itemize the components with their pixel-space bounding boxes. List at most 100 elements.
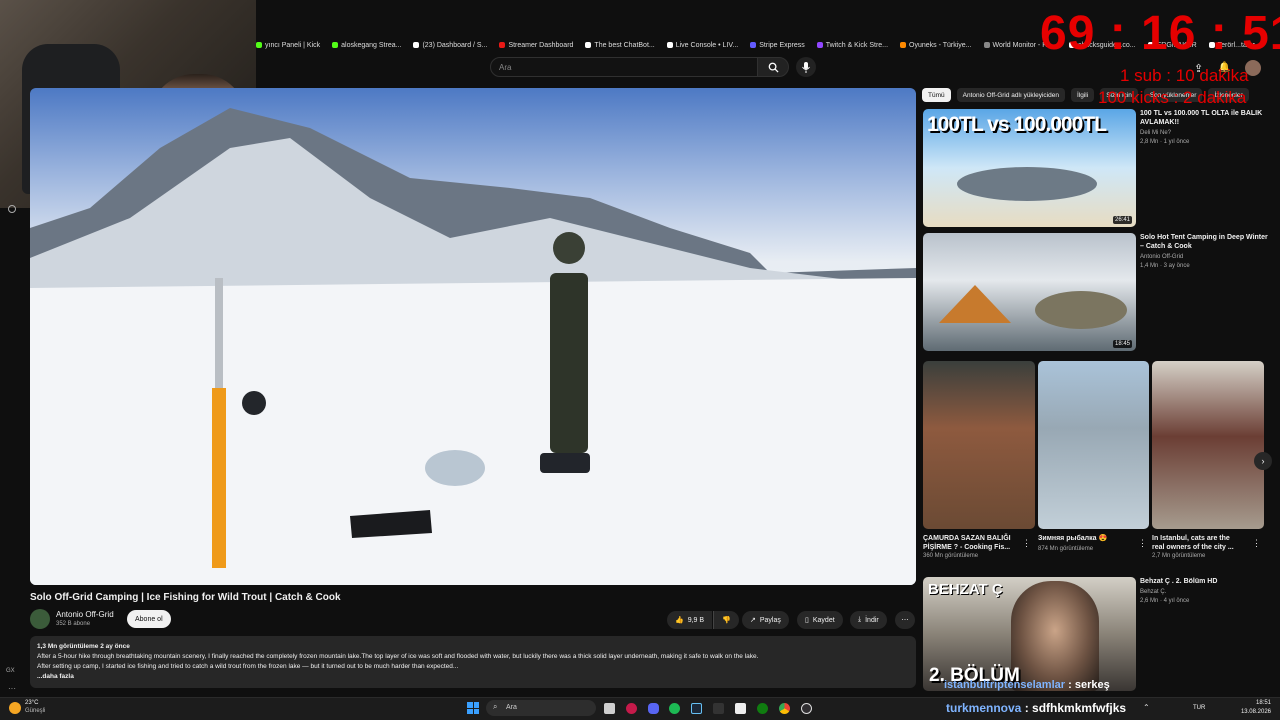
thumbnail-text: BEHZAT Ç <box>928 581 1003 598</box>
filter-chip[interactable]: Antonio Off-Grid adlı yükleyiciden <box>956 88 1065 102</box>
download-button[interactable]: ⤓ İndir <box>850 611 887 629</box>
bookmark-icon <box>816 42 823 48</box>
more-icon[interactable]: ··· <box>8 684 16 693</box>
bookmark-icon <box>499 42 506 48</box>
bookmark-item[interactable]: Oyuneks - Türkiye... <box>900 42 972 49</box>
weather-temp[interactable]: 23°C <box>25 700 38 706</box>
bookmark-item[interactable]: (23) Dashboard / S... <box>413 42 487 49</box>
short-thumbnail[interactable] <box>1152 361 1264 529</box>
clock-date: 13.08.2026 <box>1240 709 1271 715</box>
bookmark-label: (23) Dashboard / S... <box>422 41 488 49</box>
bookmark-item[interactable]: The best ChatBot... <box>585 42 655 49</box>
recommended-info[interactable]: Solo Hot Tent Camping in Deep Winter – C… <box>1140 233 1270 271</box>
video-player[interactable] <box>30 88 916 585</box>
share-button[interactable]: ↗ Paylaş <box>742 611 789 629</box>
search-input[interactable]: Ara <box>490 57 758 77</box>
opera-gx-icon[interactable] <box>626 703 637 714</box>
next-shorts-button[interactable]: › <box>1254 452 1272 470</box>
gx-icon[interactable]: GX <box>6 668 15 674</box>
short-thumbnail[interactable] <box>1038 361 1149 529</box>
language-indicator[interactable]: TUR <box>1193 705 1205 711</box>
chevron-right-icon: › <box>1261 456 1265 466</box>
bookmark-label: yıncı Paneli | Kick <box>265 41 321 49</box>
chrome-icon[interactable] <box>779 703 790 714</box>
description-text: After setting up camp, I started ice fis… <box>37 663 459 670</box>
recommended-meta: 2,8 Mn · 1 yıl önce <box>1140 139 1190 145</box>
description-text: After a 5-hour hike through breathtaking… <box>37 653 759 660</box>
subathon-timer: 69 : 16 : 51 <box>1040 7 1280 60</box>
more-actions-button[interactable]: ⋯ <box>895 611 915 629</box>
recommended-thumbnail[interactable]: 18:45 <box>923 233 1136 351</box>
recommended-meta: 1,4 Mn · 3 ay önce <box>1140 263 1190 269</box>
tent-image <box>939 285 1011 323</box>
views-date: 1,3 Mn görüntüleme 2 ay önce <box>37 643 130 650</box>
recommended-thumbnail[interactable]: BEHZAT Ç 2. BÖLÜM <box>923 577 1136 691</box>
taskbar-search[interactable]: ⌕ Ara <box>486 700 596 716</box>
tray-arrow-icon[interactable]: ⌃ <box>1143 703 1150 712</box>
bookmark-item[interactable]: Live Console • LIV... <box>666 41 739 49</box>
bookmark-item[interactable]: aloskegang Strea... <box>332 42 401 49</box>
bookmark-icon <box>585 42 592 48</box>
recommended-title: – Catch & Cook <box>1140 243 1192 250</box>
recommended-info[interactable]: 100 TL vs 100.000 TL OLTA ile BALIK AVLA… <box>1140 109 1270 147</box>
recommended-title: Behzat Ç . 2. Bölüm HD <box>1140 578 1218 585</box>
channel-name[interactable]: Antonio Off-Grid <box>56 610 114 619</box>
search-button[interactable] <box>757 57 789 77</box>
short-thumbnail[interactable] <box>923 361 1035 529</box>
discord-icon[interactable] <box>648 703 659 714</box>
obs-icon[interactable] <box>801 703 812 714</box>
chat-text: : sdfhkmkmfwfjks <box>1024 701 1127 715</box>
spotify-icon[interactable] <box>669 703 680 714</box>
xbox-icon[interactable] <box>757 703 768 714</box>
search-icon <box>768 62 779 73</box>
short-menu-icon[interactable]: ⋮ <box>1022 538 1031 549</box>
filter-chip[interactable]: İlgili <box>1070 88 1095 102</box>
video-frame <box>30 108 916 585</box>
video-duration: 26:41 <box>1112 216 1132 224</box>
task-view-icon[interactable] <box>604 703 615 714</box>
show-more-link[interactable]: ...daha fazla <box>37 672 909 682</box>
short-info[interactable]: ÇAMURDA SAZAN BALIĞI PİŞİRME ? - Cooking… <box>923 534 1027 561</box>
steam-icon[interactable] <box>691 703 702 714</box>
like-count: 9,9 B <box>687 616 705 624</box>
short-title: real owners of the city ... <box>1152 544 1234 551</box>
save-button[interactable]: ▯ Kaydet <box>797 611 843 629</box>
short-title: In Istanbul, cats are the <box>1152 535 1230 542</box>
voice-search-button[interactable] <box>796 57 816 77</box>
capcut-icon[interactable] <box>735 703 746 714</box>
chat-username: turkmennova <box>946 701 1022 715</box>
recommended-channel: Deli Mi Ne? <box>1140 130 1172 136</box>
like-button[interactable]: 👍 9,9 B <box>667 611 713 629</box>
bookmark-item[interactable]: Twitch & Kick Stre... <box>816 42 888 49</box>
bookmark-label: Oyuneks - Türkiye... <box>909 41 972 49</box>
chat-message: turkmennova : sdfhkmkmfwfjks <box>946 701 1126 715</box>
bookmark-label: Live Console • LIV... <box>675 41 739 49</box>
short-info[interactable]: Зимняя рыбалка 😍 874 Mn görüntüleme <box>1038 534 1142 554</box>
epic-games-icon[interactable] <box>713 703 724 714</box>
description-box[interactable]: 1,3 Mn görüntüleme 2 ay önce After a 5-h… <box>30 636 916 688</box>
filter-chip[interactable]: Tümü <box>922 88 951 102</box>
taskbar-search-label: Ara <box>506 704 517 711</box>
clock-time[interactable]: 18:51 <box>1243 700 1271 706</box>
bookmark-item[interactable]: yıncı Paneli | Kick <box>256 42 320 49</box>
bookmark-icon <box>256 42 262 48</box>
channel-avatar[interactable] <box>30 609 50 629</box>
bookmark-label: aloskegang Strea... <box>341 41 402 49</box>
share-icon: ↗ <box>750 617 756 624</box>
short-menu-icon[interactable]: ⋮ <box>1252 538 1261 549</box>
short-info[interactable]: In Istanbul, cats are the real owners of… <box>1152 534 1256 561</box>
bookmark-icon <box>983 42 990 48</box>
recommended-thumbnail[interactable]: 100TL vs 100.000TL 26:41 <box>923 109 1136 227</box>
subscribe-button[interactable]: Abone ol <box>127 610 171 628</box>
short-menu-icon[interactable]: ⋮ <box>1138 538 1147 549</box>
dislike-button[interactable]: 👎 <box>713 611 739 629</box>
chat-message: istanbultriptenselamlar : serkeş <box>944 679 1110 691</box>
recommended-info[interactable]: Behzat Ç . 2. Bölüm HD Behzat Ç. 2,6 Mn … <box>1140 577 1270 606</box>
fish-image <box>957 167 1097 201</box>
start-button[interactable] <box>467 702 479 714</box>
bookmark-item[interactable]: Stripe Express <box>750 42 805 49</box>
weather-icon <box>9 702 21 714</box>
sidebar-icon[interactable] <box>8 205 16 213</box>
bookmark-item[interactable]: Streamer Dashboard <box>499 42 573 49</box>
recommended-meta: 2,6 Mn · 4 yıl önce <box>1140 598 1190 604</box>
